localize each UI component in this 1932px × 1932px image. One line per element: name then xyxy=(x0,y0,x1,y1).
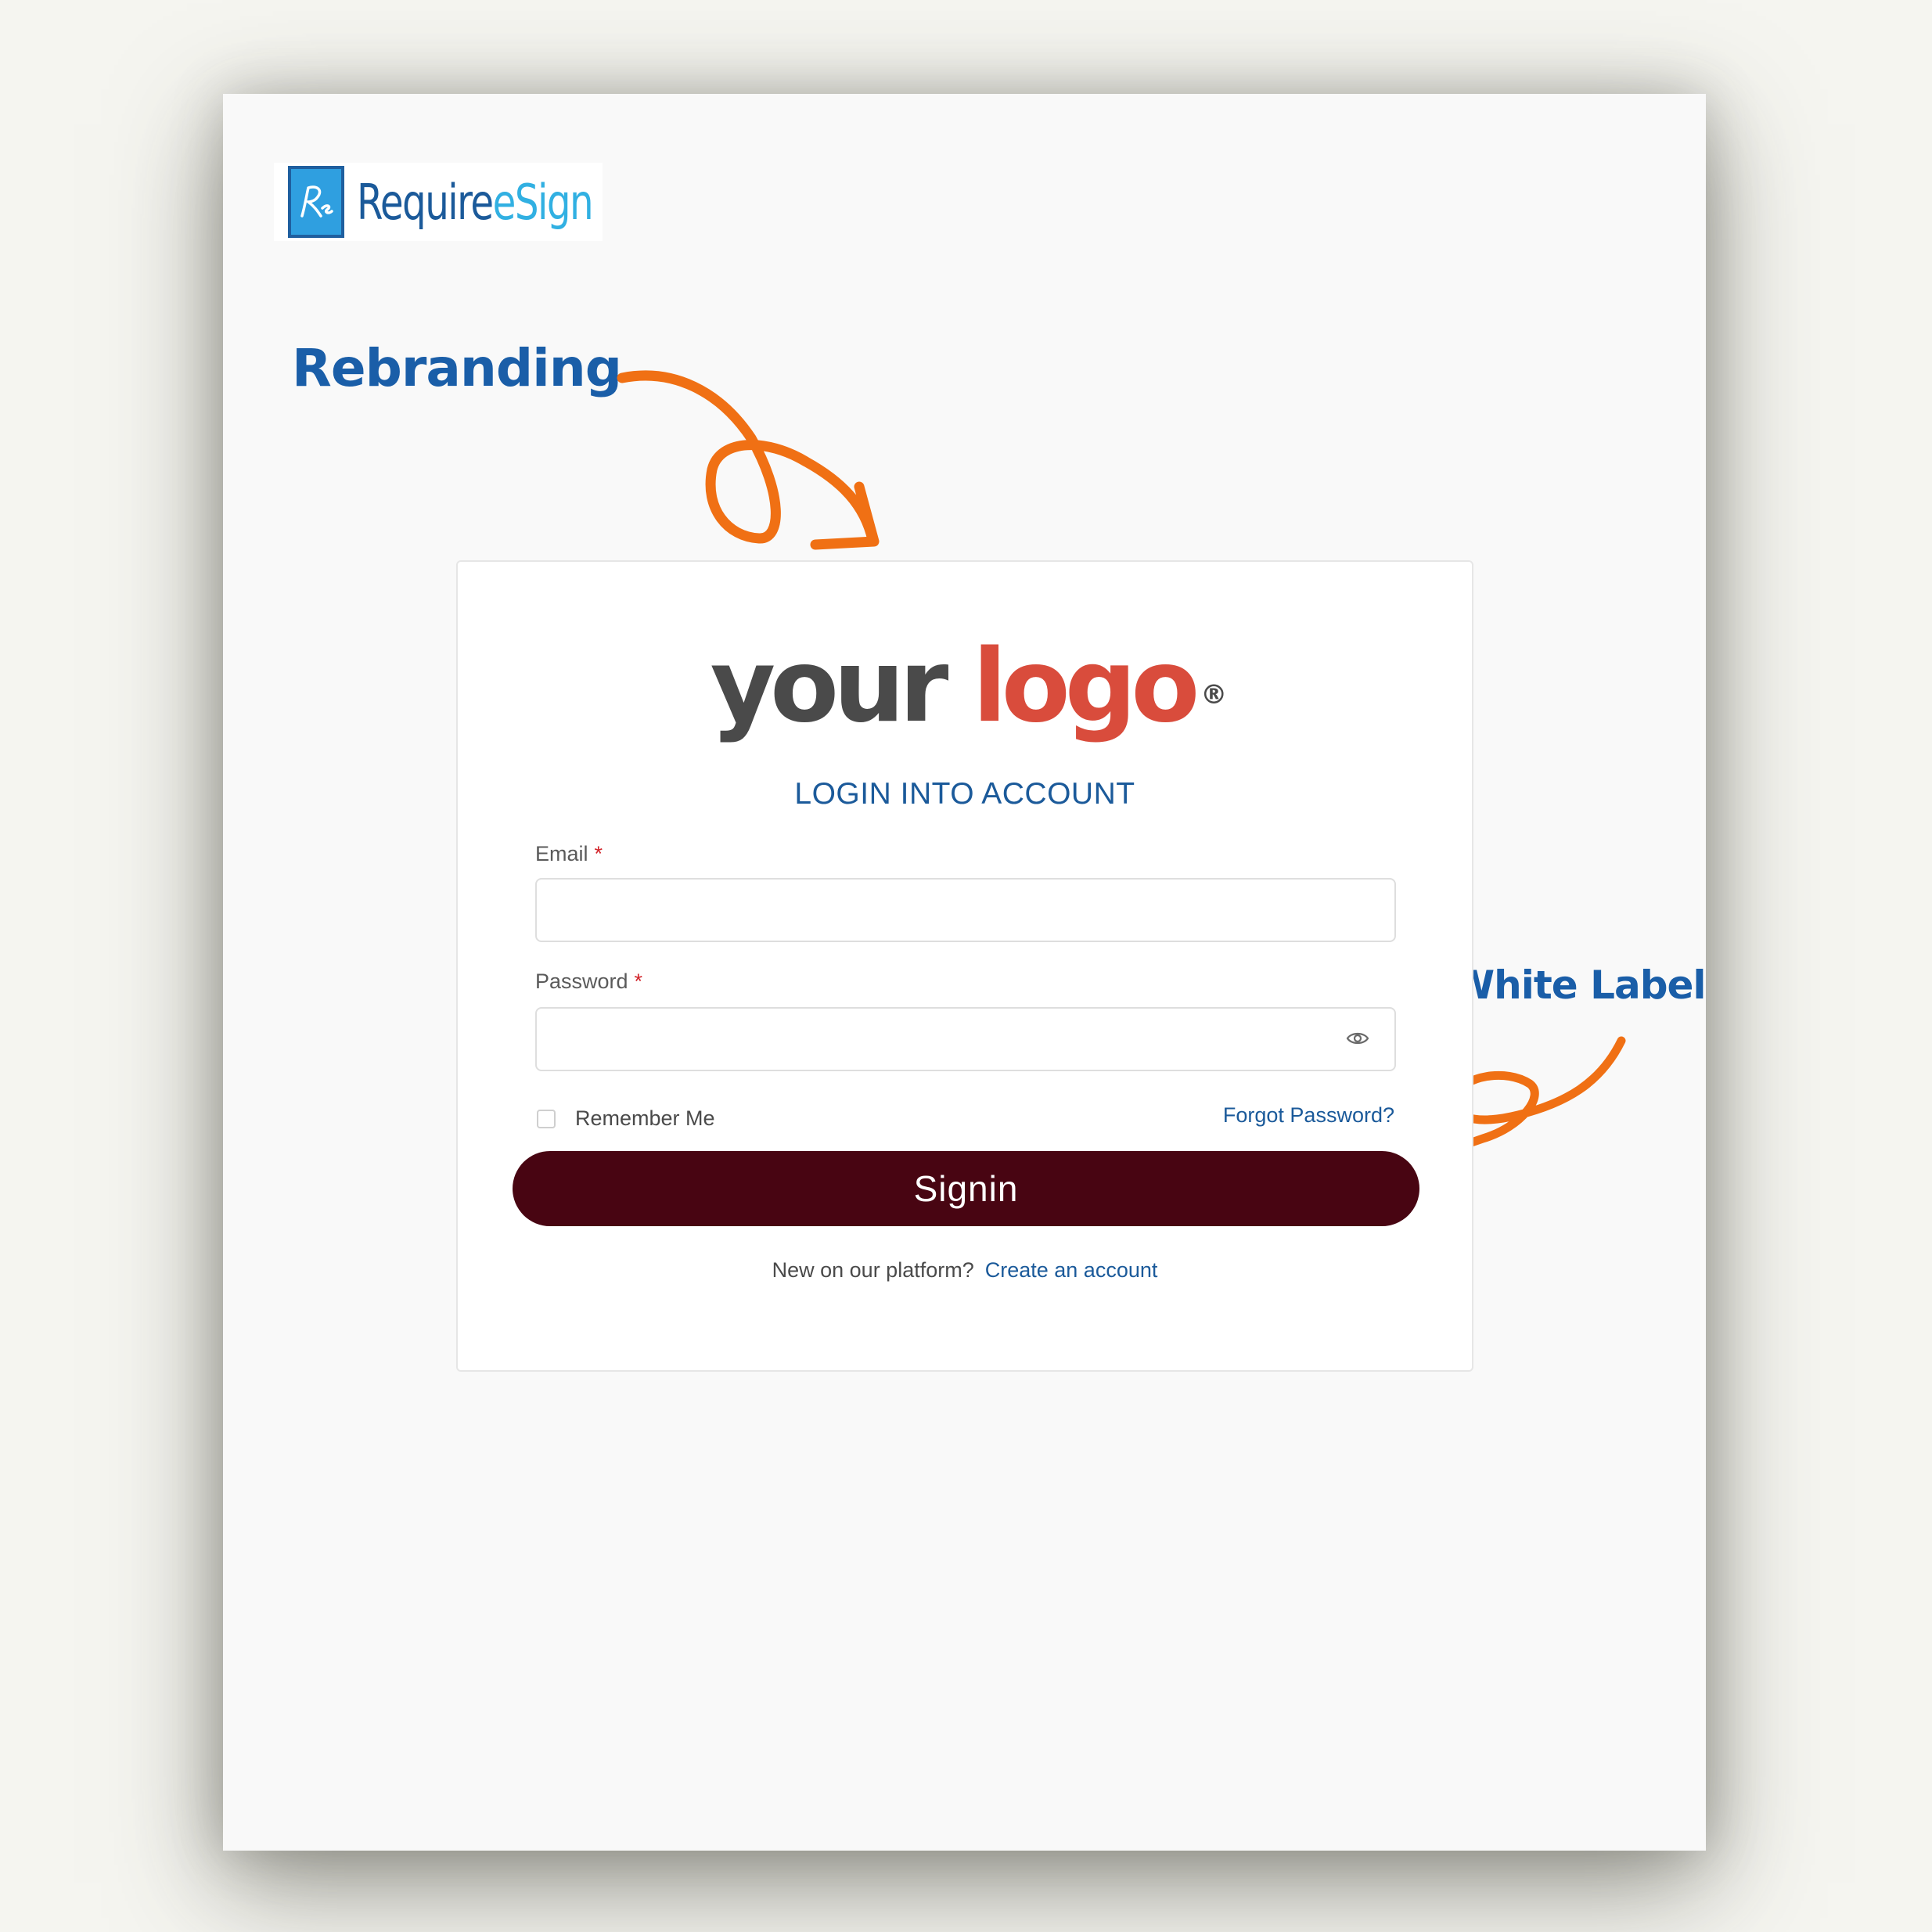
email-input[interactable] xyxy=(535,878,1396,942)
eye-icon[interactable] xyxy=(1344,1027,1371,1050)
create-account-link[interactable]: Create an account xyxy=(985,1258,1158,1282)
logo-word-logo: logo xyxy=(972,628,1200,745)
remember-me-label: Remember Me xyxy=(575,1106,715,1130)
remember-me-checkbox[interactable] xyxy=(537,1109,556,1128)
required-mark: * xyxy=(594,842,603,865)
login-title: LOGIN INTO ACCOUNT xyxy=(794,777,1135,811)
signin-button[interactable]: Signin xyxy=(513,1151,1419,1226)
remember-me[interactable]: Remember Me xyxy=(537,1106,715,1131)
rebranding-annotation: Rebranding xyxy=(292,338,622,398)
login-card: your logo ® LOGIN INTO ACCOUNT Email * Pas… xyxy=(456,560,1473,1372)
white-label-annotation: White Label xyxy=(1452,962,1707,1008)
rs-monogram-icon xyxy=(288,166,344,238)
email-label: Email * xyxy=(535,842,603,865)
logo-word-your: your xyxy=(710,628,949,745)
brand-name: RequireeSign xyxy=(357,173,594,231)
password-label: Password * xyxy=(535,970,643,993)
your-logo: your logo ® xyxy=(458,632,1472,742)
requiresign-logo: RequireeSign xyxy=(274,163,603,241)
required-mark: * xyxy=(634,970,643,993)
signup-prompt: New on our platform? xyxy=(772,1258,974,1282)
registered-mark: ® xyxy=(1200,679,1228,711)
password-input[interactable] xyxy=(535,1007,1396,1071)
forgot-password-link[interactable]: Forgot Password? xyxy=(1223,1103,1394,1128)
signup-row: New on our platform? Create an account xyxy=(458,1258,1472,1283)
